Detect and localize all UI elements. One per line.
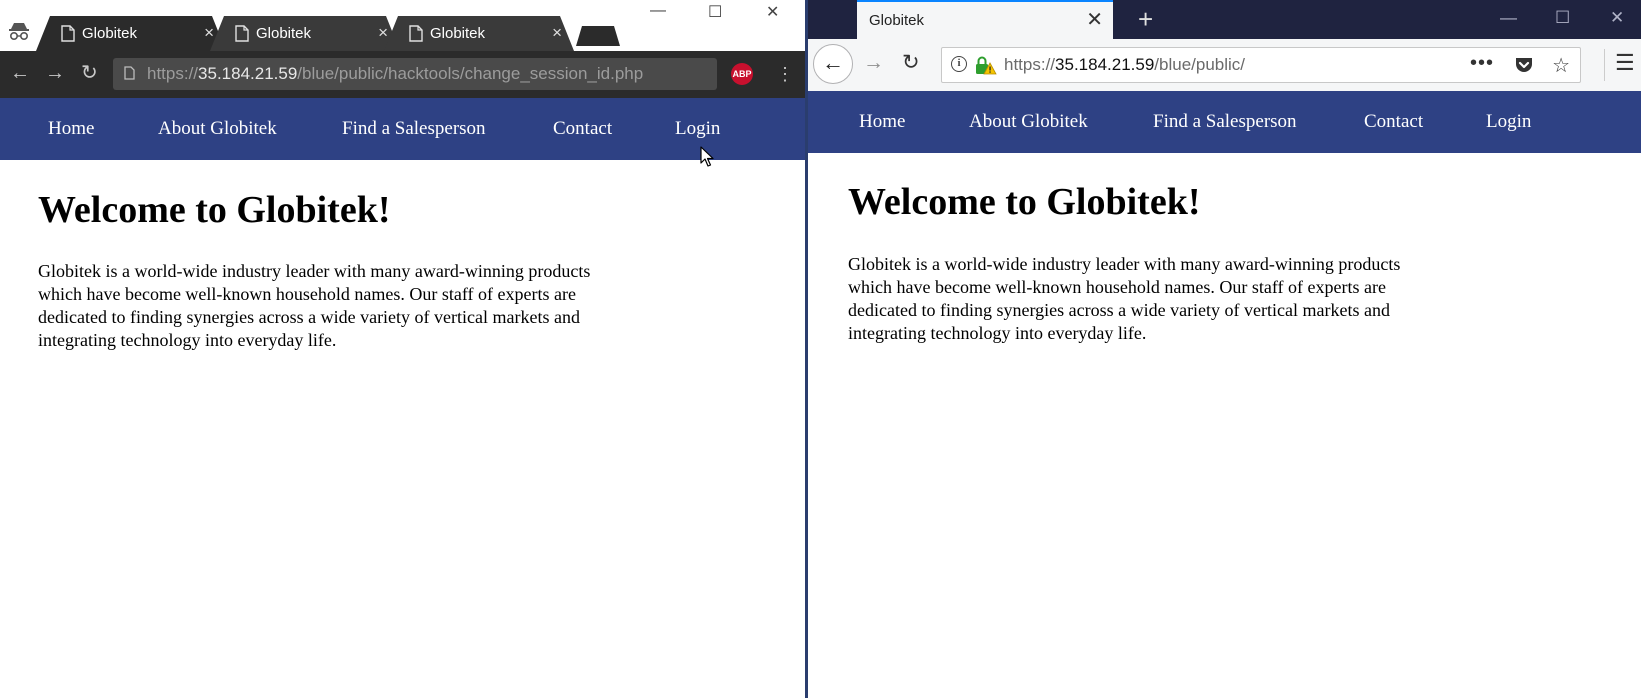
new-tab-button[interactable] xyxy=(576,26,620,46)
document-icon xyxy=(61,25,75,42)
reload-icon[interactable]: ↻ xyxy=(902,51,920,75)
forward-icon[interactable]: → xyxy=(45,61,65,85)
tab-close-icon[interactable]: ✕ xyxy=(1086,8,1103,32)
document-icon xyxy=(409,25,423,42)
tab-title: Globitek xyxy=(430,25,486,42)
chrome-menu-icon[interactable]: ⋮ xyxy=(776,62,794,86)
intro-paragraph: Globitek is a world-wide industry leader… xyxy=(38,260,590,352)
nav-contact[interactable]: Contact xyxy=(553,118,612,140)
reload-icon[interactable]: ↻ xyxy=(81,61,98,85)
bookmark-star-icon[interactable]: ☆ xyxy=(1552,53,1570,78)
toolbar-separator xyxy=(1604,49,1605,81)
intro-line: integrating technology into everyday lif… xyxy=(848,323,1147,343)
nav-find-a-salesperson[interactable]: Find a Salesperson xyxy=(1153,111,1297,133)
address-bar[interactable]: i https://35.184.21.59/blue/public/ ••• … xyxy=(941,47,1581,83)
intro-paragraph: Globitek is a world-wide industry leader… xyxy=(848,253,1400,345)
tab-title: Globitek xyxy=(869,12,925,29)
page-heading: Welcome to Globitek! xyxy=(38,189,391,231)
address-bar[interactable]: https://35.184.21.59/blue/public/hacktoo… xyxy=(113,58,717,90)
site-nav-bar: Home About Globitek Find a Salesperson C… xyxy=(808,91,1641,153)
tab-close-icon[interactable]: × xyxy=(552,22,562,44)
intro-line: dedicated to finding synergies across a … xyxy=(38,307,580,327)
nav-about-globitek[interactable]: About Globitek xyxy=(158,118,277,140)
nav-about-globitek[interactable]: About Globitek xyxy=(969,111,1088,133)
pocket-icon[interactable] xyxy=(1514,55,1534,75)
chrome-tab-strip: Globitek × Globitek × Globitek × — ☐ ✕ xyxy=(0,0,805,51)
firefox-window: Globitek ✕ + — ☐ ✕ ← → ↻ i https://35.18… xyxy=(808,0,1641,698)
nav-login[interactable]: Login xyxy=(1486,111,1531,133)
firefox-toolbar: ← → ↻ i https://35.184.21.59/blue/public… xyxy=(808,39,1641,92)
tab-title: Globitek xyxy=(82,25,138,42)
intro-line: which have become well-known household n… xyxy=(38,284,576,304)
intro-line: Globitek is a world-wide industry leader… xyxy=(848,254,1401,274)
tab-globitek-2[interactable]: Globitek × xyxy=(210,16,400,51)
new-tab-icon[interactable]: + xyxy=(1138,4,1153,34)
intro-line: which have become well-known household n… xyxy=(848,277,1386,297)
maximize-icon[interactable]: ☐ xyxy=(1555,8,1570,28)
firefox-tab-strip: Globitek ✕ + — ☐ ✕ xyxy=(808,0,1641,39)
page-heading: Welcome to Globitek! xyxy=(848,181,1201,223)
intro-line: integrating technology into everyday lif… xyxy=(38,330,337,350)
tab-title: Globitek xyxy=(256,25,312,42)
nav-contact[interactable]: Contact xyxy=(1364,111,1423,133)
nav-home[interactable]: Home xyxy=(48,118,94,140)
back-icon[interactable]: ← xyxy=(813,44,853,84)
maximize-icon[interactable]: ☐ xyxy=(708,2,722,22)
adblock-plus-icon[interactable]: ABP xyxy=(731,63,753,85)
intro-line: dedicated to finding synergies across a … xyxy=(848,300,1390,320)
chrome-window: Globitek × Globitek × Globitek × — ☐ ✕ ←… xyxy=(0,0,805,698)
page-info-icon[interactable] xyxy=(124,66,135,80)
nav-find-a-salesperson[interactable]: Find a Salesperson xyxy=(342,118,486,140)
chrome-window-controls: — ☐ ✕ xyxy=(650,0,800,26)
close-window-icon[interactable]: ✕ xyxy=(766,2,779,22)
tab-globitek-1[interactable]: Globitek × xyxy=(36,16,226,51)
close-window-icon[interactable]: ✕ xyxy=(1610,8,1624,28)
chrome-toolbar: ← → ↻ https://35.184.21.59/blue/public/h… xyxy=(0,51,805,99)
incognito-icon xyxy=(9,23,29,41)
lock-warning-icon[interactable] xyxy=(975,56,997,76)
intro-line: Globitek is a world-wide industry leader… xyxy=(38,261,591,281)
site-info-icon[interactable]: i xyxy=(951,56,967,72)
hamburger-menu-icon[interactable]: ☰ xyxy=(1615,49,1635,77)
address-url: https://35.184.21.59/blue/public/hacktoo… xyxy=(147,64,644,83)
address-url: https://35.184.21.59/blue/public/ xyxy=(1004,55,1246,74)
mouse-cursor-icon xyxy=(700,146,714,167)
forward-icon[interactable]: → xyxy=(863,51,884,75)
tab-globitek-3[interactable]: Globitek × xyxy=(384,16,574,51)
nav-login[interactable]: Login xyxy=(675,118,720,140)
site-nav-bar: Home About Globitek Find a Salesperson C… xyxy=(0,98,805,160)
minimize-icon[interactable]: — xyxy=(650,2,666,20)
back-icon[interactable]: ← xyxy=(10,61,30,85)
nav-home[interactable]: Home xyxy=(859,111,905,133)
page-actions-icon[interactable]: ••• xyxy=(1470,52,1494,75)
minimize-icon[interactable]: — xyxy=(1500,8,1517,28)
document-icon xyxy=(235,25,249,42)
tab-globitek[interactable]: Globitek ✕ xyxy=(857,0,1113,39)
